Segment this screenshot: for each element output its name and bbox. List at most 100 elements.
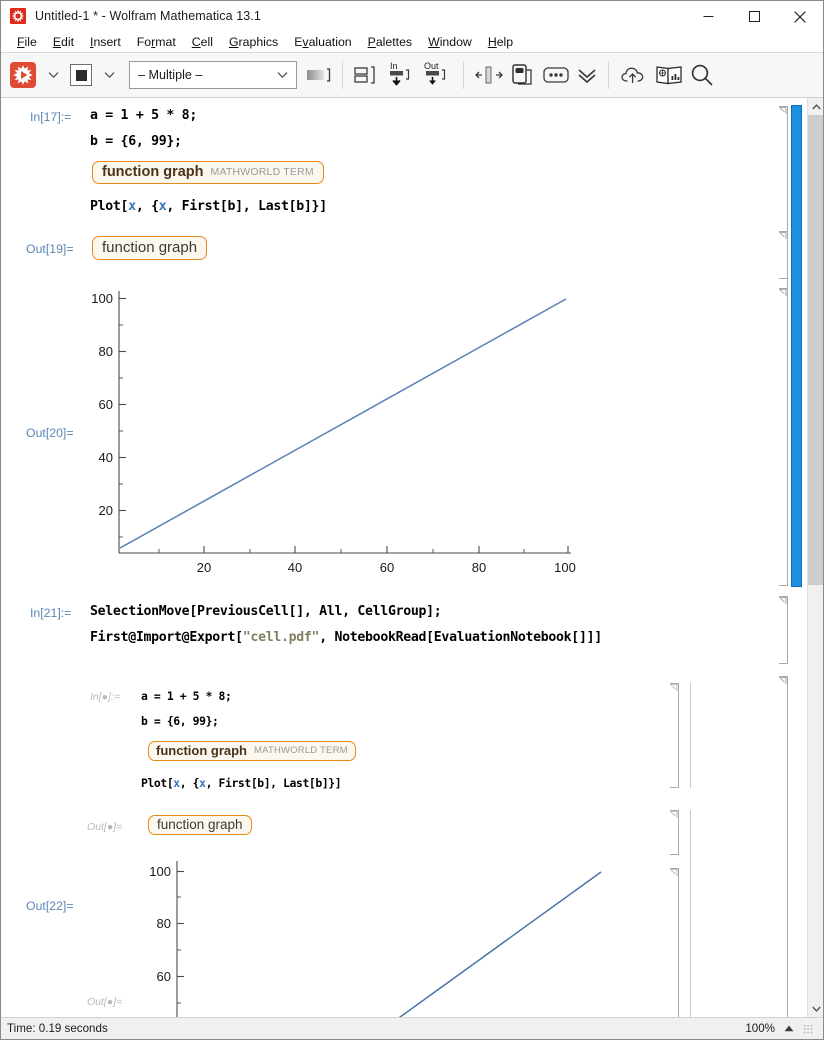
spikey-glyph	[11, 9, 25, 23]
nested-function-graph-badge-input[interactable]: function graph MATHWORLD TERM	[148, 741, 356, 761]
badge-subtitle: MATHWORLD TERM	[254, 745, 348, 756]
wolfram-spikey-icon	[10, 8, 26, 24]
code-line-selectionmove: SelectionMove[PreviousCell[], All, CellG…	[90, 604, 442, 619]
menu-palettes[interactable]: Palettes	[360, 32, 420, 52]
nested-cell-bracket-input[interactable]	[670, 683, 679, 788]
function-graph-badge-output[interactable]: function graph	[92, 236, 208, 260]
cell-bracket-out-20[interactable]	[779, 288, 788, 586]
scroll-up-button[interactable]	[808, 98, 823, 115]
nested-cell-bracket-plot[interactable]	[670, 868, 679, 1017]
toolbar-separator-2	[463, 61, 464, 89]
cell-label-in-17: In[17]:=	[30, 110, 72, 124]
svg-text:40: 40	[99, 450, 113, 465]
nested-cell-bracket-output[interactable]	[670, 810, 679, 855]
search-button[interactable]	[686, 59, 718, 91]
scroll-down-button[interactable]	[808, 1000, 823, 1017]
nested-cell-bracket-group[interactable]	[682, 683, 691, 788]
publish-cloud-button[interactable]	[616, 59, 652, 91]
cloud-upload-icon	[621, 67, 644, 83]
zoom-level-label[interactable]: 100%	[745, 1022, 775, 1035]
menu-graphics[interactable]: Graphics	[221, 32, 286, 52]
plot-out-22-nested[interactable]: 100 80 60	[121, 853, 621, 1017]
menu-evaluation[interactable]: Evaluation	[286, 32, 359, 52]
abort-dropdown-button[interactable]	[95, 59, 123, 91]
menu-edit[interactable]: Edit	[45, 32, 82, 52]
cell-bracket-tick-icon	[779, 677, 787, 684]
window-controls	[685, 1, 823, 32]
close-button[interactable]	[777, 1, 823, 32]
badge-name: function graph	[102, 164, 204, 180]
cell-bracket-in-21[interactable]	[779, 596, 788, 664]
vertical-scrollbar[interactable]	[807, 98, 823, 1017]
insert-output-cell-icon: Out	[424, 61, 446, 85]
abort-button[interactable]	[67, 59, 95, 91]
status-right-group: 100%	[745, 1022, 817, 1035]
nested-cell-bracket-outer-group[interactable]	[682, 810, 691, 1017]
chevron-down-icon	[48, 72, 58, 79]
menu-help[interactable]: Help	[480, 32, 521, 52]
svg-text:In: In	[390, 61, 398, 71]
svg-text:60: 60	[380, 560, 394, 575]
triangle-up-icon[interactable]	[784, 1025, 794, 1032]
insert-output-cell-button[interactable]: Out	[418, 59, 456, 91]
minimize-button[interactable]	[685, 1, 731, 32]
nested-cell-label-in: In[●]:=	[90, 691, 120, 703]
toolbar: – Multiple – In Out	[1, 53, 823, 98]
nested-code-line-b: b = {6, 99};	[141, 714, 219, 728]
merge-cell-button[interactable]	[507, 59, 539, 91]
cell-bracket-tick-icon	[779, 289, 787, 296]
group-cells-button[interactable]	[350, 59, 382, 91]
group-cells-icon	[354, 66, 375, 84]
cell-label-out-20: Out[20]=	[26, 426, 74, 440]
status-bar: Time: 0.19 seconds 100%	[1, 1017, 823, 1039]
nested-code-line-plot: Plot[x, {x, First[b], Last[b]}]	[141, 776, 342, 790]
cell-style-value: – Multiple –	[138, 68, 203, 82]
nested-function-graph-badge-output[interactable]: function graph	[148, 815, 252, 835]
svg-text:80: 80	[99, 344, 113, 359]
scrollbar-thumb[interactable]	[808, 115, 823, 585]
cell-shade-button[interactable]	[303, 59, 335, 91]
svg-text:60: 60	[157, 969, 171, 984]
code-line-b: b = {6, 99};	[90, 134, 182, 149]
mathematica-window: Untitled-1 * - Wolfram Mathematica 13.1 …	[0, 0, 824, 1040]
cell-bracket-out-19[interactable]	[779, 231, 788, 279]
cell-bracket-tick-icon	[670, 869, 678, 876]
abort-stop-icon	[70, 64, 92, 86]
more-options-button[interactable]	[539, 59, 573, 91]
resize-grip-icon[interactable]	[803, 1023, 813, 1034]
svg-text:20: 20	[99, 503, 113, 518]
maximize-button[interactable]	[731, 1, 777, 32]
chevron-down-icon	[277, 72, 288, 79]
svg-text:Out: Out	[424, 61, 439, 71]
function-graph-badge-input[interactable]: function graph MATHWORLD TERM	[92, 161, 324, 184]
plot-out-20[interactable]: 100 80 60 40 20 20 40 60 80 100	[71, 283, 591, 578]
cell-bracket-tick-icon	[670, 811, 678, 818]
run-dropdown-button[interactable]	[39, 59, 67, 91]
menu-format[interactable]: Format	[129, 32, 184, 52]
badge-name: function graph	[156, 743, 247, 758]
cell-label-out-19: Out[19]=	[26, 242, 74, 256]
badge-subtitle: MATHWORLD TERM	[210, 166, 314, 178]
chevron-up-icon	[811, 103, 821, 109]
notebook-area: In[17]:= a = 1 + 5 * 8; b = {6, 99}; fun…	[1, 98, 823, 1017]
cell-bracket-out-22[interactable]	[779, 676, 788, 1017]
cell-style-select[interactable]: – Multiple –	[129, 61, 297, 89]
notebook-canvas[interactable]: In[17]:= a = 1 + 5 * 8; b = {6, 99}; fun…	[1, 98, 807, 1017]
menu-bar: File Edit Insert Format Cell Graphics Ev…	[1, 32, 823, 53]
divide-cell-button[interactable]	[471, 59, 507, 91]
menu-file[interactable]: File	[9, 32, 45, 52]
cell-bracket-tick-icon	[670, 684, 678, 691]
run-evaluate-icon	[10, 62, 36, 88]
menu-cell[interactable]: Cell	[184, 32, 221, 52]
expand-all-button[interactable]	[573, 59, 601, 91]
menu-window[interactable]: Window	[420, 32, 480, 52]
window-title: Untitled-1 * - Wolfram Mathematica 13.1	[35, 9, 261, 23]
insert-input-cell-button[interactable]: In	[382, 59, 418, 91]
run-evaluate-button[interactable]	[7, 59, 39, 91]
divide-cell-icon	[475, 66, 503, 84]
cell-label-out-22: Out[22]=	[26, 899, 74, 913]
code-line-a: a = 1 + 5 * 8;	[90, 108, 197, 123]
cell-bracket-selected-group[interactable]	[791, 105, 802, 587]
documentation-button[interactable]	[652, 59, 686, 91]
menu-insert[interactable]: Insert	[82, 32, 129, 52]
